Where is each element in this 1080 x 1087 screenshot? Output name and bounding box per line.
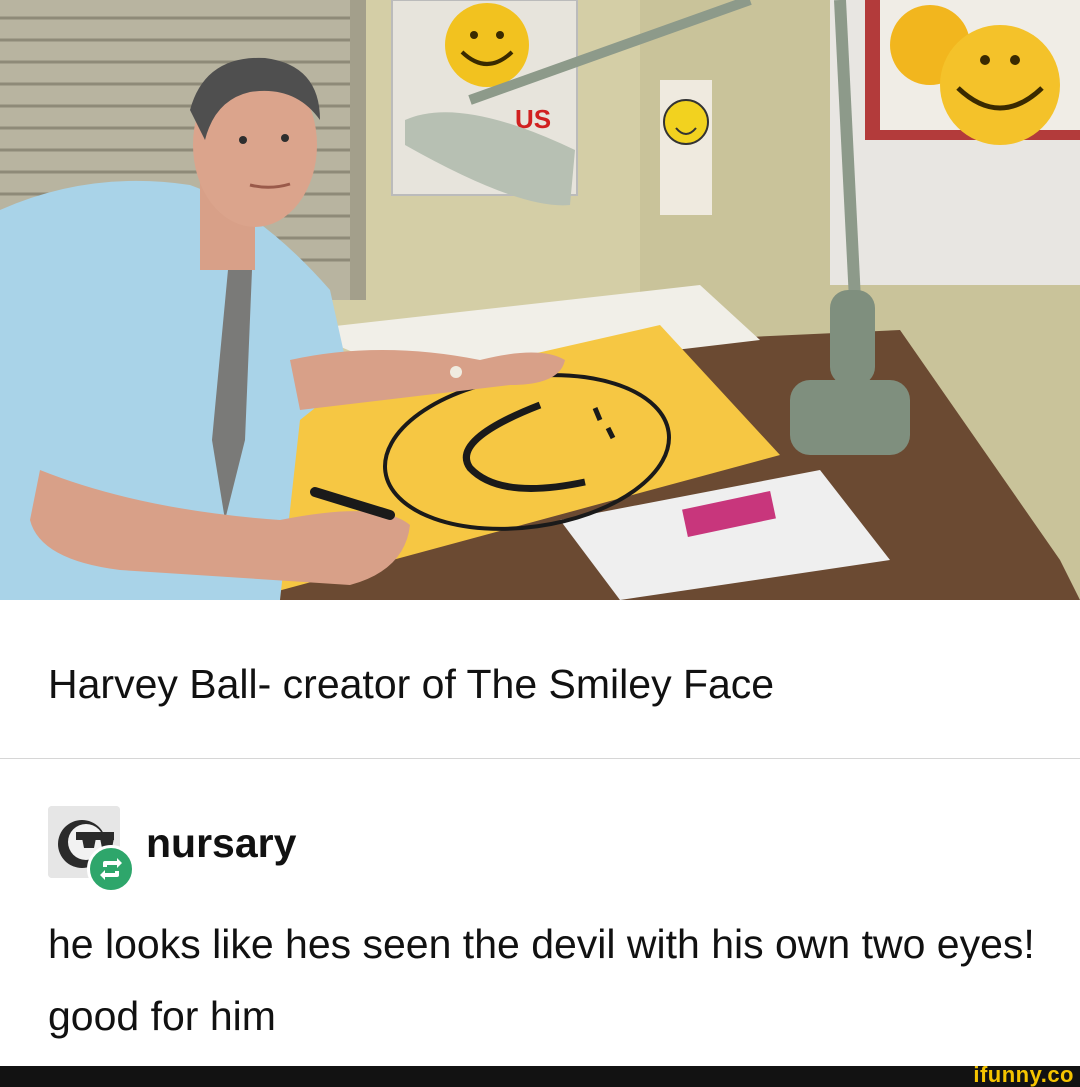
section-divider (0, 758, 1080, 759)
post-photo: US (0, 0, 1080, 600)
post-page: US Harvey Ball- creator of The Smiley Fa… (0, 0, 1080, 1087)
footer-bar: ifunny.co (0, 1062, 1080, 1087)
reblog-comment: he looks like hes seen the devil with hi… (48, 921, 1035, 1039)
post-caption: Harvey Ball- creator of The Smiley Face (48, 661, 775, 707)
reblog-username[interactable]: nursary (146, 814, 296, 872)
reblog-icon (87, 845, 135, 893)
ifunny-watermark: ifunny.co (973, 1062, 1074, 1087)
